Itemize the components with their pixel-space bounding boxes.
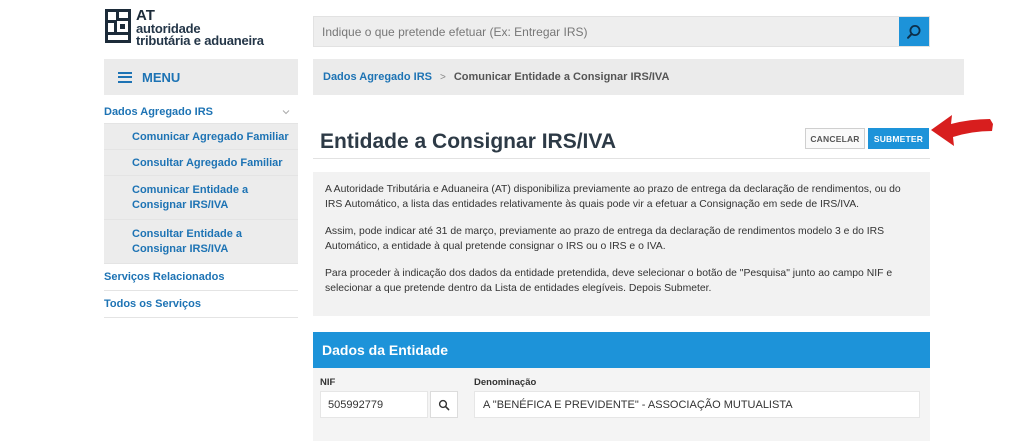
search-button[interactable] xyxy=(899,17,929,46)
breadcrumb: Dados Agregado IRS > Comunicar Entidade … xyxy=(313,59,964,95)
sidebar-item-label-line1: Comunicar Entidade a xyxy=(132,183,249,196)
sidebar-item-todos-servicos[interactable]: Todos os Serviços xyxy=(104,291,298,318)
hamburger-icon xyxy=(118,71,132,83)
search-icon xyxy=(907,24,921,39)
sidebar: Dados Agregado IRS Comunicar Agregado Fa… xyxy=(104,101,298,318)
sidebar-item-label: Todos os Serviços xyxy=(104,298,201,310)
search-bar xyxy=(313,16,930,47)
nif-field[interactable]: 505992779 xyxy=(320,391,428,418)
sidebar-section-label: Dados Agregado IRS xyxy=(104,106,213,118)
search-icon xyxy=(438,399,450,410)
page-title: Entidade a Consignar IRS/IVA xyxy=(320,130,616,153)
sidebar-item-label: Serviços Relacionados xyxy=(104,271,225,283)
submit-button[interactable]: SUBMETER xyxy=(868,128,929,149)
info-paragraph-2: Assim, pode indicar até 31 de março, pre… xyxy=(325,226,885,252)
entity-panel-header: Dados da Entidade xyxy=(313,332,930,368)
entity-panel-title: Dados da Entidade xyxy=(322,342,449,358)
nif-label: NIF xyxy=(320,377,336,388)
sidebar-item-comunicar-agregado[interactable]: Comunicar Agregado Familiar xyxy=(104,124,298,150)
search-input[interactable] xyxy=(314,17,894,46)
sidebar-item-label-line2: Consignar IRS/IVA xyxy=(132,242,229,255)
at-logo[interactable]: AT autoridade tributária e aduaneira xyxy=(104,8,274,48)
sidebar-item-label: Comunicar Agregado Familiar xyxy=(132,130,289,143)
info-paragraph-3: Para proceder à indicação dos dados da e… xyxy=(325,268,893,294)
breadcrumb-link-parent[interactable]: Dados Agregado IRS xyxy=(323,71,432,83)
nif-value: 505992779 xyxy=(328,398,384,411)
nif-search-button[interactable] xyxy=(430,391,458,418)
cancel-button[interactable]: CANCELAR xyxy=(805,128,865,149)
sidebar-item-consultar-agregado[interactable]: Consultar Agregado Familiar xyxy=(104,150,298,176)
breadcrumb-separator: > xyxy=(440,71,446,83)
sidebar-section-dados-agregado[interactable]: Dados Agregado IRS xyxy=(104,101,298,124)
at-crest-icon xyxy=(105,9,131,43)
logo-line-2: tributária e aduaneira xyxy=(136,33,264,48)
menu-toggle[interactable]: MENU xyxy=(104,59,298,95)
denominacao-value: A "BENÉFICA E PREVIDENTE" - ASSOCIAÇÃO M… xyxy=(483,398,793,411)
sidebar-item-consultar-entidade[interactable]: Consultar Entidade a Consignar IRS/IVA xyxy=(104,220,298,264)
menu-label: MENU xyxy=(142,69,181,85)
denominacao-label: Denominação xyxy=(474,377,537,388)
sidebar-item-label-line2: Consignar IRS/IVA xyxy=(132,198,229,211)
sidebar-item-servicos-relacionados[interactable]: Serviços Relacionados xyxy=(104,264,298,291)
breadcrumb-current: Comunicar Entidade a Consignar IRS/IVA xyxy=(453,71,670,83)
denominacao-field: A "BENÉFICA E PREVIDENTE" - ASSOCIAÇÃO M… xyxy=(474,391,920,418)
sidebar-item-label-line1: Consultar Entidade a xyxy=(132,227,243,240)
chevron-down-icon xyxy=(282,110,290,115)
info-box: A Autoridade Tributária e Aduaneira (AT)… xyxy=(313,172,930,316)
info-paragraph-1: A Autoridade Tributária e Aduaneira (AT)… xyxy=(325,184,901,210)
divider xyxy=(313,158,930,159)
sidebar-item-label: Consultar Agregado Familiar xyxy=(132,156,283,169)
sidebar-item-comunicar-entidade[interactable]: Comunicar Entidade a Consignar IRS/IVA xyxy=(104,176,298,220)
red-arrow-icon xyxy=(931,115,993,146)
